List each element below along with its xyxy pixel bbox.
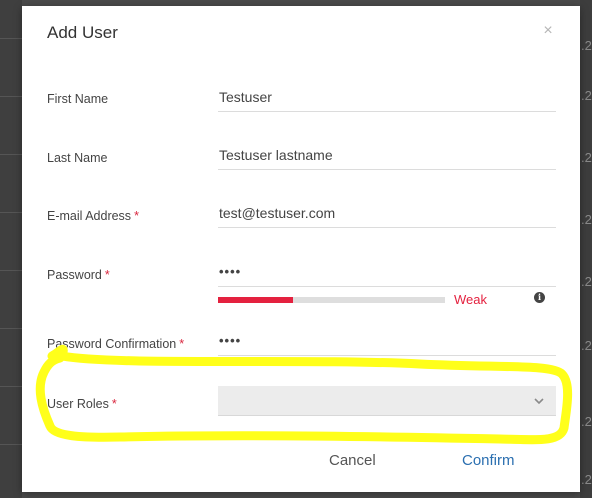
- password-confirmation-label-text: Password Confirmation: [47, 337, 177, 351]
- password-field[interactable]: ••••: [218, 261, 556, 287]
- info-icon[interactable]: i: [534, 292, 545, 303]
- backdrop-row-divider: [0, 38, 22, 39]
- password-strength-fill: [218, 297, 293, 303]
- user-roles-label: User Roles *: [47, 397, 117, 411]
- dialog-title: Add User: [47, 23, 118, 42]
- confirm-button[interactable]: Confirm: [462, 452, 515, 469]
- backdrop-table-cell: .2: [581, 472, 592, 487]
- password-strength-meter: [218, 297, 445, 303]
- first-name-label: First Name: [47, 92, 108, 106]
- password-confirmation-field[interactable]: ••••: [218, 330, 556, 356]
- required-marker: *: [111, 397, 117, 411]
- backdrop-table-cell: .2: [581, 414, 592, 429]
- first-name-label-text: First Name: [47, 92, 109, 106]
- close-icon[interactable]: ×: [539, 22, 557, 40]
- cancel-button[interactable]: Cancel: [329, 452, 376, 469]
- backdrop-table-cell: .2: [581, 88, 592, 103]
- required-marker: *: [104, 268, 110, 282]
- last-name-label-text: Last Name: [47, 151, 108, 165]
- backdrop-table-cell: .2: [581, 150, 592, 165]
- required-marker: *: [179, 337, 185, 351]
- add-user-dialog: Add User × First Name Testuser Last Name…: [22, 6, 580, 492]
- backdrop-left: [0, 0, 22, 498]
- backdrop-row-divider: [0, 212, 22, 213]
- password-confirmation-label: Password Confirmation *: [47, 337, 184, 351]
- email-label-text: E-mail Address: [47, 209, 132, 223]
- backdrop-row-divider: [0, 328, 22, 329]
- backdrop-table-cell: .2: [581, 338, 592, 353]
- first-name-field[interactable]: Testuser: [218, 86, 556, 112]
- password-strength-label: Weak: [454, 292, 487, 307]
- email-field[interactable]: test@testuser.com: [218, 202, 556, 228]
- required-marker: *: [134, 209, 139, 223]
- backdrop-table-cell: .2: [581, 274, 592, 289]
- backdrop-row-divider: [0, 444, 22, 445]
- backdrop-row-divider: [0, 154, 22, 155]
- chevron-down-icon: [534, 398, 544, 405]
- last-name-field[interactable]: Testuser lastname: [218, 144, 556, 170]
- password-label-text: Password: [47, 268, 102, 282]
- backdrop-table-cell: .2: [581, 38, 592, 53]
- backdrop-row-divider: [0, 96, 22, 97]
- user-roles-label-text: User Roles: [47, 397, 109, 411]
- backdrop-row-divider: [0, 386, 22, 387]
- password-label: Password *: [47, 268, 110, 282]
- backdrop-table-cell: .2: [581, 212, 592, 227]
- backdrop-row-divider: [0, 270, 22, 271]
- last-name-label: Last Name: [47, 151, 107, 165]
- user-roles-select[interactable]: [218, 386, 556, 416]
- email-label: E-mail Address *: [47, 209, 139, 223]
